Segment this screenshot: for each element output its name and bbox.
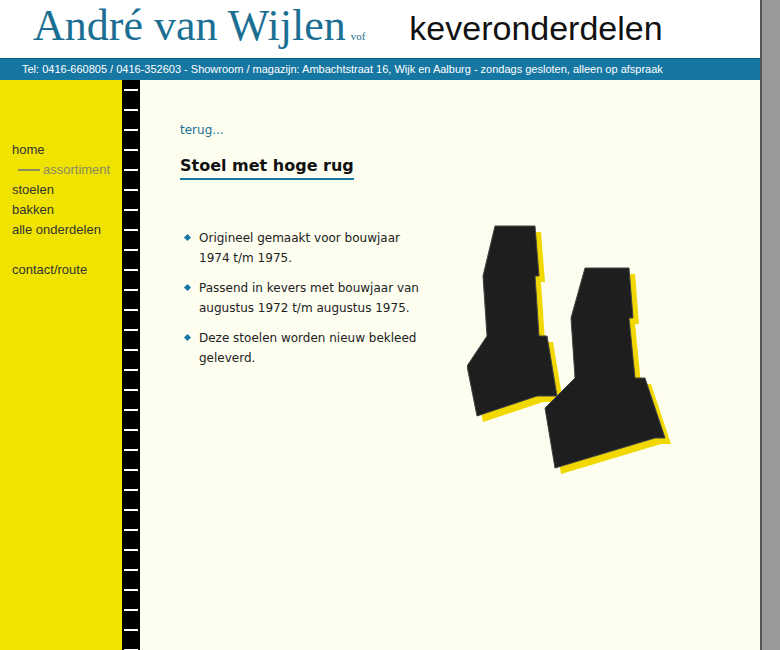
bullet-item: Passend in kevers met bouwjaar van augus… (184, 278, 429, 318)
film-strip (122, 80, 140, 650)
tagline: keveronderdelen (409, 9, 662, 48)
info-bar: Tel: 0416-660805 / 0416-352603 - Showroo… (0, 58, 760, 80)
content: terug... Stoel met hoge rug Origineel gema… (140, 80, 760, 650)
sidebar-item[interactable]: home (12, 140, 122, 160)
sidebar-label[interactable]: assortiment (43, 160, 110, 180)
diamond-icon (184, 234, 191, 241)
sidebar-item[interactable]: stoelen (12, 180, 122, 200)
sidebar-label[interactable]: stoelen (12, 180, 54, 200)
bullet-item: Origineel gemaakt voor bouwjaar 1974 t/m… (184, 228, 429, 268)
brand-logo[interactable]: André van Wijlen (33, 0, 346, 52)
sidebar-label[interactable]: home (12, 140, 45, 160)
bullet-list: Origineel gemaakt voor bouwjaar 1974 t/m… (180, 228, 429, 478)
sidebar-group: contact/route (12, 260, 122, 280)
seat-image (467, 218, 707, 478)
scroll-edge (760, 0, 780, 650)
page: André van Wijlen vof keveronderdelen Tel: 0… (0, 0, 780, 650)
header: André van Wijlen vof keveronderdelen (0, 0, 760, 58)
sidebar-group: homeassortimentstoelenbakkenalle onderde… (12, 140, 122, 240)
sidebar-label[interactable]: alle onderdelen (12, 220, 101, 240)
site: André van Wijlen vof keveronderdelen Tel: 0… (0, 0, 760, 650)
bullet-item: Deze stoelen worden nieuw bekleed geleve… (184, 328, 429, 368)
sidebar: homeassortimentstoelenbakkenalle onderde… (0, 80, 122, 650)
brand-suffix: vof (351, 30, 366, 42)
diamond-icon (184, 334, 191, 341)
product: Origineel gemaakt voor bouwjaar 1974 t/m… (180, 218, 740, 478)
sidebar-item[interactable]: assortiment (12, 160, 122, 180)
sidebar-label[interactable]: contact/route (12, 260, 87, 280)
diamond-icon (184, 284, 191, 291)
sidebar-item[interactable]: contact/route (12, 260, 122, 280)
sidebar-item[interactable]: bakken (12, 200, 122, 220)
sidebar-item[interactable]: alle onderdelen (12, 220, 122, 240)
page-title: Stoel met hoge rug (180, 156, 354, 180)
arrow-icon (18, 169, 40, 171)
back-link[interactable]: terug... (180, 122, 740, 138)
main: homeassortimentstoelenbakkenalle onderde… (0, 80, 760, 650)
sidebar-label[interactable]: bakken (12, 200, 54, 220)
